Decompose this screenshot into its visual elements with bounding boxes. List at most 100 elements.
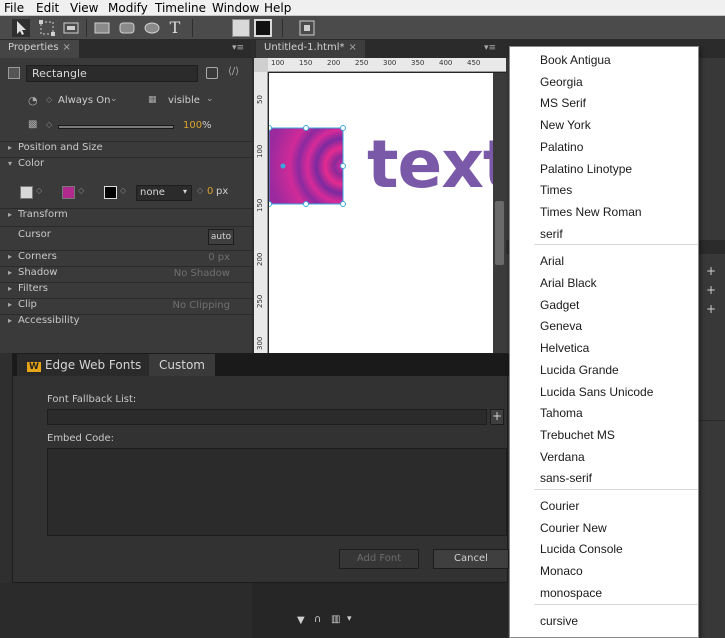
font-fallback-input[interactable] bbox=[47, 409, 487, 425]
border-width-value[interactable]: 0 bbox=[207, 186, 213, 197]
opacity-value[interactable]: 100 bbox=[183, 120, 202, 131]
menu-file[interactable]: File bbox=[4, 1, 24, 15]
vertical-scrollbar[interactable] bbox=[493, 73, 506, 353]
cursor-auto-button[interactable]: auto bbox=[208, 229, 234, 245]
font-list-item[interactable]: Lucida Console bbox=[540, 542, 623, 556]
menu-modify[interactable]: Modify bbox=[108, 1, 148, 15]
keyframe-diamond-icon[interactable]: ◇ bbox=[197, 186, 203, 195]
element-id-field[interactable]: Rectangle bbox=[26, 65, 198, 82]
font-list-item[interactable]: New York bbox=[540, 118, 591, 132]
keyframe-diamond-icon[interactable]: ◇ bbox=[78, 186, 84, 195]
resize-handle[interactable] bbox=[340, 125, 346, 131]
embed-code-textarea[interactable] bbox=[47, 448, 507, 536]
font-list-item[interactable]: Courier New bbox=[540, 521, 607, 535]
class-icon[interactable] bbox=[206, 67, 218, 79]
rectangle-tool[interactable] bbox=[93, 19, 111, 37]
font-list-item[interactable]: Gadget bbox=[540, 298, 579, 312]
resize-handle[interactable] bbox=[303, 201, 309, 207]
ellipse-tool[interactable] bbox=[143, 19, 161, 37]
text-tool[interactable]: T bbox=[166, 19, 184, 37]
resize-handle[interactable] bbox=[340, 201, 346, 207]
add-icon[interactable]: + bbox=[706, 302, 716, 316]
add-fallback-button[interactable]: + bbox=[490, 409, 504, 425]
resize-handle[interactable] bbox=[269, 125, 272, 131]
section-corners[interactable]: ▸ Corners 0 px bbox=[0, 250, 252, 266]
tag-icon[interactable]: ⟨/⟩ bbox=[228, 66, 239, 77]
magnet-icon[interactable]: ∩ bbox=[314, 614, 321, 625]
clipping-tool[interactable] bbox=[62, 19, 80, 37]
section-clip[interactable]: ▸ Clip No Clipping bbox=[0, 298, 252, 314]
font-list-item[interactable]: Helvetica bbox=[540, 341, 589, 355]
chevron-down-icon[interactable]: ⌄ bbox=[110, 94, 118, 104]
font-list-item[interactable]: Palatino Linotype bbox=[540, 162, 632, 176]
section-position-size[interactable]: ▸ Position and Size bbox=[0, 141, 252, 157]
keyframe-diamond-icon[interactable]: ◇ bbox=[46, 120, 52, 129]
stage-text-element[interactable]: text bbox=[367, 127, 493, 203]
chevron-down-icon[interactable]: ⌄ bbox=[206, 94, 214, 104]
font-list-item[interactable]: Palatino bbox=[540, 140, 583, 154]
tab-properties[interactable]: Properties × bbox=[0, 40, 79, 58]
stage[interactable]: text bbox=[269, 73, 493, 353]
background-color-swatch[interactable] bbox=[20, 186, 33, 199]
stage-fit-tool[interactable] bbox=[298, 19, 316, 37]
font-list-item[interactable]: Arial bbox=[540, 254, 564, 268]
font-list-item[interactable]: Georgia bbox=[540, 75, 583, 89]
grid-icon[interactable]: ▥ bbox=[331, 614, 340, 625]
add-icon[interactable]: + bbox=[706, 264, 716, 278]
menu-timeline[interactable]: Timeline bbox=[155, 1, 206, 15]
cancel-button[interactable]: Cancel bbox=[433, 549, 509, 569]
scrollbar-thumb[interactable] bbox=[495, 201, 504, 265]
close-icon[interactable]: × bbox=[348, 42, 356, 53]
tab-edge-web-fonts[interactable]: W Edge Web Fonts bbox=[17, 354, 152, 376]
section-filters[interactable]: ▸ Filters bbox=[0, 282, 252, 298]
font-list-item[interactable]: sans-serif bbox=[540, 471, 592, 485]
keyframe-diamond-icon[interactable]: ◇ bbox=[36, 186, 42, 195]
fill-color-swatch[interactable] bbox=[62, 186, 75, 199]
font-list-item[interactable]: monospace bbox=[540, 586, 602, 600]
resize-handle[interactable] bbox=[269, 201, 272, 207]
font-list-item[interactable]: Lucida Grande bbox=[540, 363, 619, 377]
keyframe-diamond-icon[interactable]: ◇ bbox=[46, 95, 52, 104]
add-icon[interactable]: + bbox=[706, 283, 716, 297]
add-font-button[interactable]: Add Font bbox=[339, 549, 419, 569]
font-list-item[interactable]: Geneva bbox=[540, 319, 582, 333]
display-value[interactable]: Always On bbox=[58, 95, 110, 106]
font-list-item[interactable]: Courier bbox=[540, 499, 579, 513]
resize-handle[interactable] bbox=[340, 163, 346, 169]
font-list-item[interactable]: Times bbox=[540, 183, 572, 197]
rounded-rectangle-tool[interactable] bbox=[118, 19, 136, 37]
resize-handle[interactable] bbox=[303, 125, 309, 131]
close-icon[interactable]: × bbox=[63, 42, 71, 53]
tab-custom[interactable]: Custom bbox=[149, 354, 215, 376]
transform-origin[interactable] bbox=[280, 163, 286, 169]
font-list-item[interactable]: Verdana bbox=[540, 450, 585, 464]
selected-rectangle[interactable] bbox=[269, 128, 343, 204]
font-list-item[interactable]: cursive bbox=[540, 614, 578, 628]
filter-icon[interactable]: ▼ bbox=[297, 615, 305, 626]
menu-window[interactable]: Window bbox=[212, 1, 259, 15]
menu-help[interactable]: Help bbox=[264, 1, 291, 15]
section-shadow[interactable]: ▸ Shadow No Shadow bbox=[0, 266, 252, 282]
font-list-item[interactable]: MS Serif bbox=[540, 96, 586, 110]
keyframe-diamond-icon[interactable]: ◇ bbox=[120, 186, 126, 195]
panel-menu-icon[interactable]: ▾≡ bbox=[484, 43, 496, 53]
font-list-item[interactable]: Monaco bbox=[540, 564, 583, 578]
font-list-item[interactable]: Arial Black bbox=[540, 276, 597, 290]
font-list-item[interactable]: serif bbox=[540, 227, 563, 241]
stroke-color-swatch[interactable] bbox=[254, 19, 272, 37]
menu-view[interactable]: View bbox=[70, 1, 98, 15]
opacity-slider[interactable] bbox=[58, 125, 174, 129]
selection-tool[interactable] bbox=[12, 19, 30, 37]
chevron-down-icon[interactable]: ▾ bbox=[347, 614, 352, 624]
section-color[interactable]: ▾ Color bbox=[0, 157, 252, 173]
font-list-item[interactable]: Lucida Sans Unicode bbox=[540, 385, 653, 399]
menu-edit[interactable]: Edit bbox=[36, 1, 59, 15]
font-list-item[interactable]: Trebuchet MS bbox=[540, 428, 615, 442]
fill-color-swatch[interactable] bbox=[232, 19, 250, 37]
font-list-item[interactable]: Tahoma bbox=[540, 406, 583, 420]
section-transform[interactable]: ▸ Transform bbox=[0, 208, 252, 224]
panel-menu-icon[interactable]: ▾≡ bbox=[232, 43, 244, 53]
font-list-item[interactable]: Times New Roman bbox=[540, 205, 642, 219]
border-style-select[interactable]: none ▾ bbox=[136, 185, 192, 201]
section-accessibility[interactable]: ▸ Accessibility bbox=[0, 314, 252, 330]
